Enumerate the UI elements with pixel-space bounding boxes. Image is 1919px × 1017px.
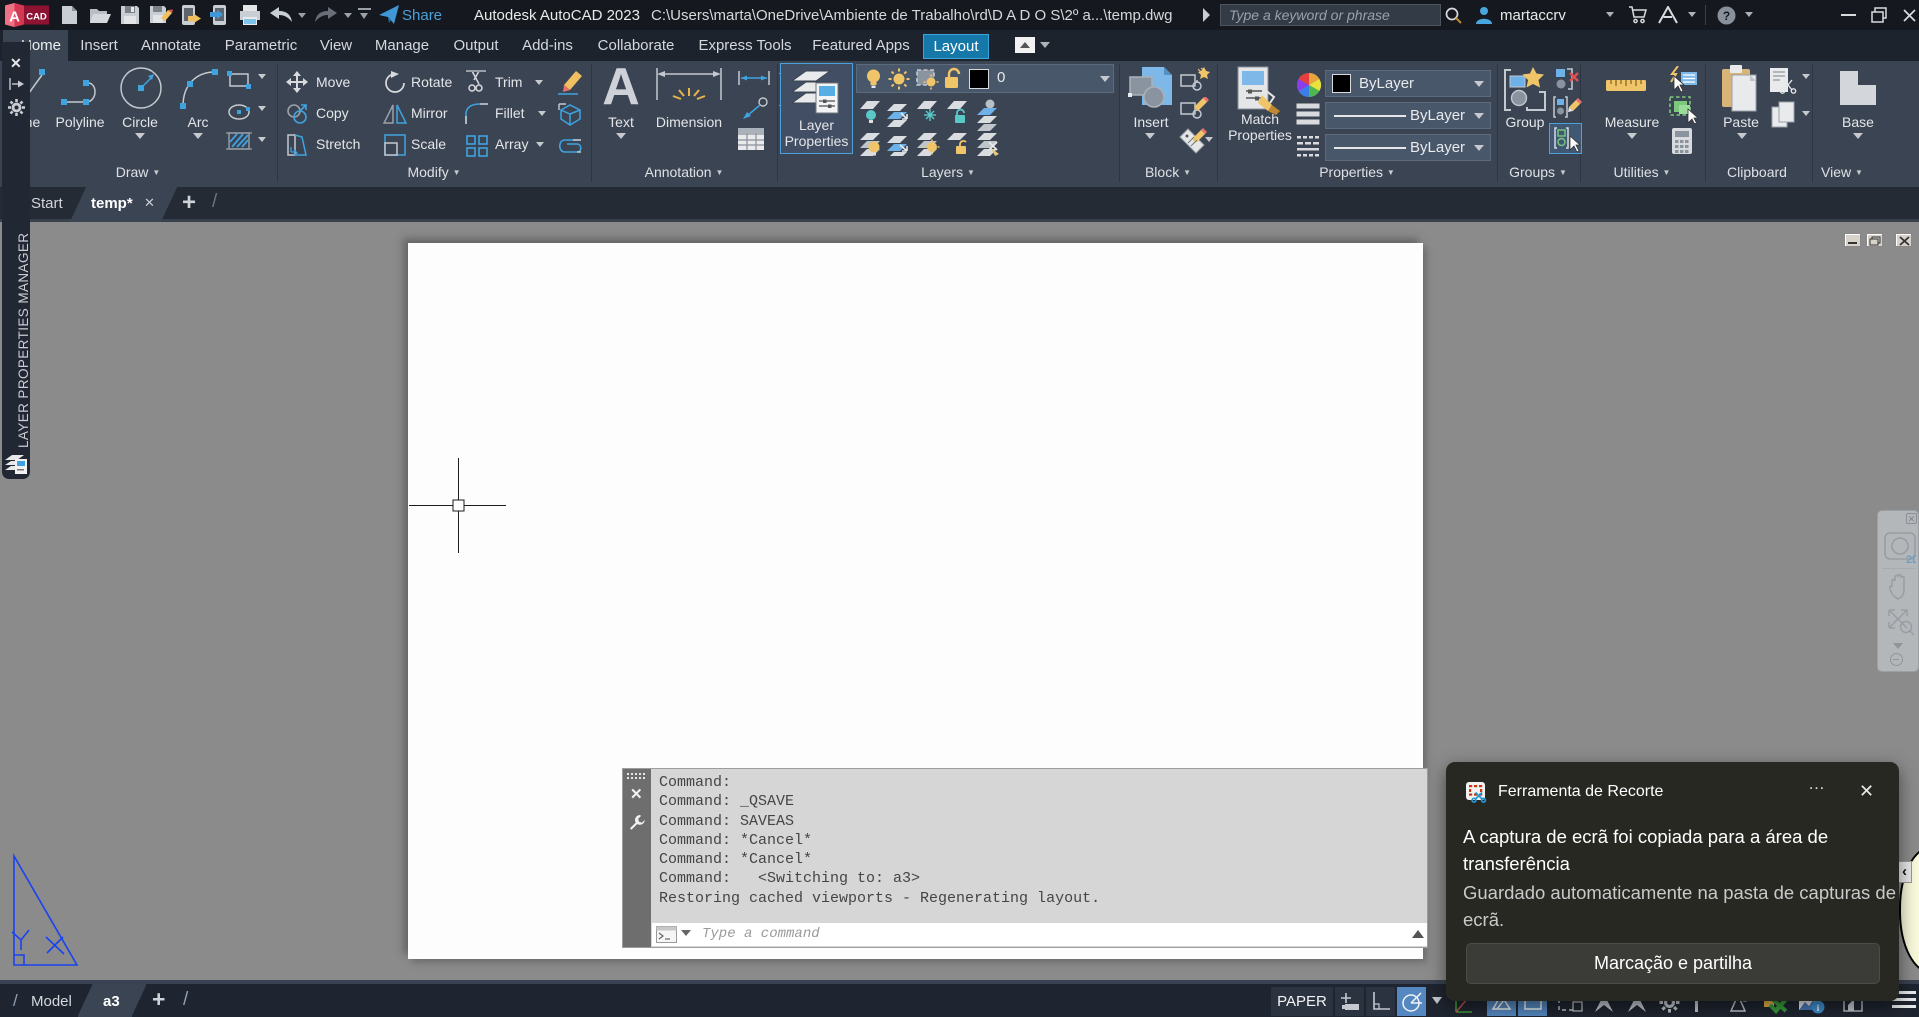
svg-text:CAD: CAD [26,12,47,23]
svg-text:?: ? [1723,9,1730,23]
svg-text:2D: 2D [1906,554,1916,565]
svg-text:A: A [9,9,20,26]
